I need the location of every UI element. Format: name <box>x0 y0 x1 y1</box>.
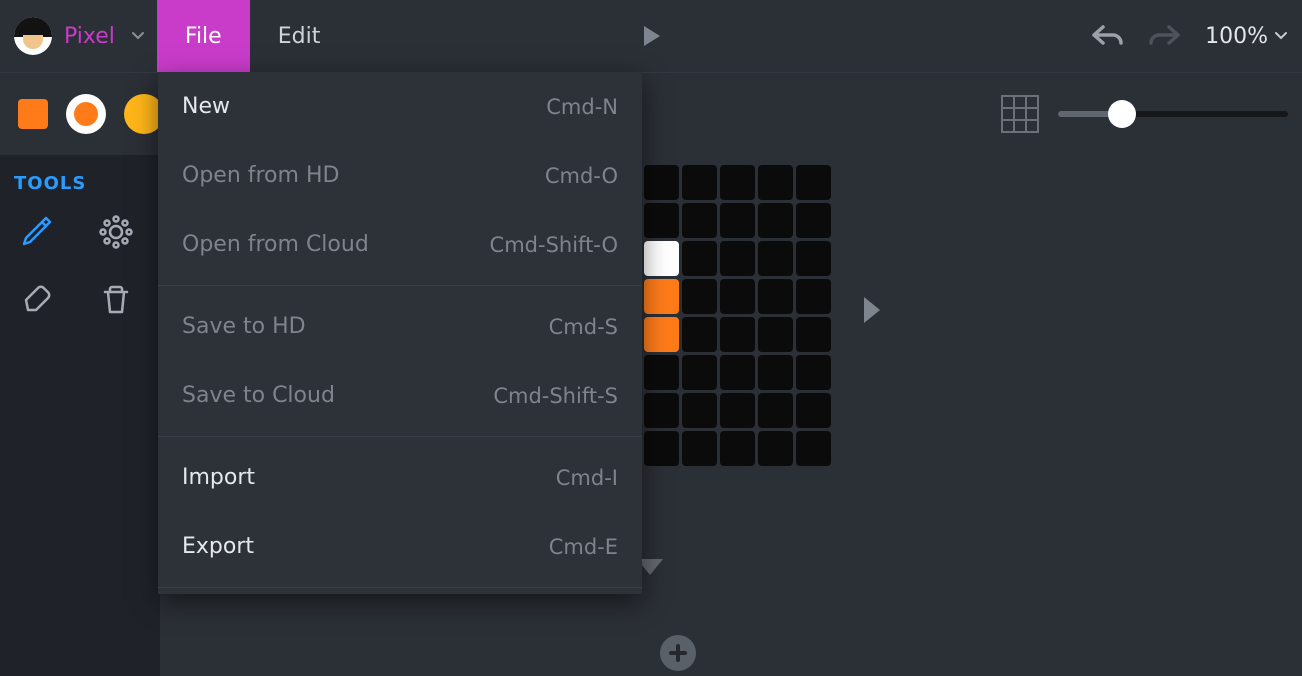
avatar[interactable] <box>14 17 52 55</box>
menu-item-shortcut: Cmd-E <box>549 535 618 559</box>
menu-item-label: Open from Cloud <box>182 232 369 257</box>
menu-item-label: Save to HD <box>182 314 306 339</box>
pixel-cell[interactable] <box>682 279 717 314</box>
file-menu-item[interactable]: Save to Cloud Cmd-Shift-S <box>158 361 642 430</box>
pixel-cell[interactable] <box>720 317 755 352</box>
pixel-cell[interactable] <box>758 355 793 390</box>
pixel-cell[interactable] <box>758 241 793 276</box>
pixel-cell[interactable] <box>720 203 755 238</box>
pixel-cell[interactable] <box>644 279 679 314</box>
pixel-cell[interactable] <box>720 355 755 390</box>
menu-item-shortcut: Cmd-Shift-S <box>493 384 618 408</box>
chevron-down-icon[interactable] <box>131 29 145 43</box>
brand-area: Pixel <box>0 0 157 72</box>
pixel-cell[interactable] <box>796 393 831 428</box>
pixel-cell[interactable] <box>758 393 793 428</box>
tools-sidebar: TOOLS <box>0 155 160 676</box>
pixel-cell[interactable] <box>796 203 831 238</box>
redo-button[interactable] <box>1147 22 1183 50</box>
pixel-cell[interactable] <box>720 165 755 200</box>
menu-item-shortcut: Cmd-S <box>549 315 618 339</box>
pixel-cell[interactable] <box>758 279 793 314</box>
file-menu-item[interactable]: Export Cmd-E <box>158 512 642 581</box>
pixel-cell[interactable] <box>758 317 793 352</box>
pixel-cell[interactable] <box>682 393 717 428</box>
pixel-cell[interactable] <box>682 355 717 390</box>
menu-separator <box>158 436 642 437</box>
menu-item-label: Export <box>182 534 254 559</box>
menu-item-label: New <box>182 94 230 119</box>
file-menu-item[interactable]: Open from Cloud Cmd-Shift-O <box>158 210 642 279</box>
file-menu-item[interactable]: Import Cmd-I <box>158 443 642 512</box>
pixel-cell[interactable] <box>644 431 679 466</box>
menu-edit[interactable]: Edit <box>250 0 349 72</box>
palette-right <box>1000 73 1288 155</box>
pixel-cell[interactable] <box>796 355 831 390</box>
pixel-cell[interactable] <box>682 317 717 352</box>
pixel-cell[interactable] <box>758 431 793 466</box>
menu-separator <box>158 285 642 286</box>
zoom-selector[interactable]: 100% <box>1205 24 1288 49</box>
menu-item-shortcut: Cmd-O <box>545 164 618 188</box>
menubar: Pixel File Edit 100% <box>0 0 1302 72</box>
undo-button[interactable] <box>1089 22 1125 50</box>
pixel-cell[interactable] <box>796 431 831 466</box>
pixel-cell[interactable] <box>682 165 717 200</box>
trash-tool[interactable] <box>94 278 138 322</box>
next-frame-button[interactable] <box>860 295 884 325</box>
chevron-down-icon <box>1274 29 1288 43</box>
pixel-cell[interactable] <box>644 203 679 238</box>
pixel-cell[interactable] <box>720 393 755 428</box>
swatch-primary[interactable] <box>18 99 48 129</box>
swatch-secondary[interactable] <box>66 94 106 134</box>
file-menu-item[interactable]: Open from HD Cmd-O <box>158 141 642 210</box>
pixel-cell[interactable] <box>796 279 831 314</box>
menu-separator <box>158 587 642 588</box>
pixel-cell[interactable] <box>644 355 679 390</box>
pencil-tool[interactable] <box>14 210 58 254</box>
pixel-cell[interactable] <box>758 203 793 238</box>
tools-heading: TOOLS <box>14 173 146 194</box>
menu-items: File Edit <box>157 0 348 72</box>
menu-item-shortcut: Cmd-Shift-O <box>490 233 618 257</box>
pixel-cell[interactable] <box>720 241 755 276</box>
pixel-cell[interactable] <box>644 241 679 276</box>
zoom-slider[interactable] <box>1058 111 1288 117</box>
swatch-secondary-inner <box>74 102 98 126</box>
mode-selector-label[interactable]: Pixel <box>64 24 115 49</box>
menu-file[interactable]: File <box>157 0 250 72</box>
pixel-cell[interactable] <box>682 431 717 466</box>
menu-item-label: Open from HD <box>182 163 339 188</box>
eraser-tool[interactable] <box>14 278 58 322</box>
add-frame-button[interactable] <box>660 635 696 671</box>
pixel-cell[interactable] <box>644 165 679 200</box>
pixel-cell[interactable] <box>682 241 717 276</box>
menu-item-label: Save to Cloud <box>182 383 335 408</box>
pixel-cell[interactable] <box>796 241 831 276</box>
menu-item-label: Import <box>182 465 255 490</box>
zoom-value: 100% <box>1205 24 1268 49</box>
pixel-cell[interactable] <box>758 165 793 200</box>
slider-thumb[interactable] <box>1108 100 1136 128</box>
toolbar-right: 100% <box>1089 0 1288 72</box>
gear-tool[interactable] <box>94 210 138 254</box>
tool-grid <box>14 210 146 322</box>
file-menu-item[interactable]: New Cmd-N <box>158 72 642 141</box>
play-button[interactable] <box>638 23 664 49</box>
pixel-cell[interactable] <box>682 203 717 238</box>
menu-item-shortcut: Cmd-N <box>546 95 618 119</box>
pixel-cell[interactable] <box>796 165 831 200</box>
pixel-cell[interactable] <box>644 317 679 352</box>
pixel-cell[interactable] <box>644 393 679 428</box>
file-menu-item[interactable]: Save to HD Cmd-S <box>158 292 642 361</box>
pixel-cell[interactable] <box>720 431 755 466</box>
pixel-cell[interactable] <box>720 279 755 314</box>
file-menu-dropdown: New Cmd-N Open from HD Cmd-O Open from Cloud… <box>158 72 642 594</box>
pixel-cell[interactable] <box>796 317 831 352</box>
grid-toggle-button[interactable] <box>1000 94 1040 134</box>
menu-item-shortcut: Cmd-I <box>556 466 618 490</box>
